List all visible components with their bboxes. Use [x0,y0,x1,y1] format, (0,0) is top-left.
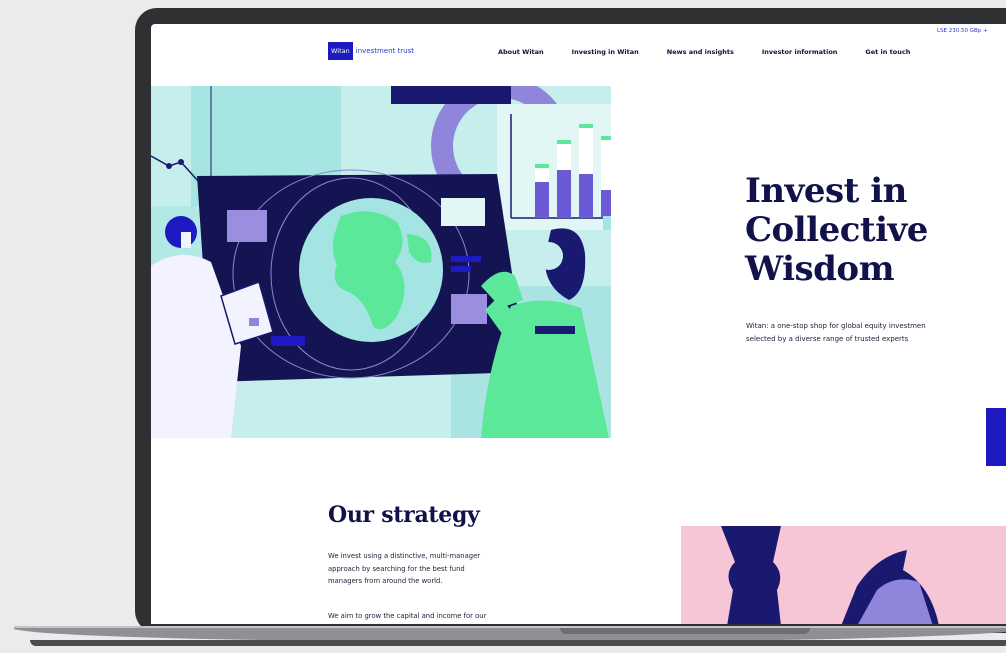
logo-mark: Witan [328,42,353,60]
strategy-heading: Our strategy [328,502,480,528]
share-price-ticker: LSE 230.50 GBp + [937,28,988,34]
bar-chart-card [497,104,611,230]
laptop-notch [560,628,810,634]
hero-heading: Invest in Collective Wisdom [745,172,928,289]
hero-subtitle-line: selected by a diverse range of trusted e… [746,335,909,343]
main-nav: About Witan Investing in Witan News and … [498,48,938,56]
logo-text: investment trust [355,47,414,55]
nav-news[interactable]: News and insights [667,48,734,56]
nav-investor-info[interactable]: Investor information [762,48,838,56]
hero-heading-line: Invest in [745,171,907,211]
nav-about[interactable]: About Witan [498,48,544,56]
globe-screen [197,169,527,382]
hero-heading-line: Wisdom [745,249,895,289]
hero-subtitle-line: Witan: a one-stop shop for global equity… [746,322,926,330]
strategy-paragraph-2: We aim to grow the capital and income fo… [328,612,487,620]
laptop-base-shadow [30,640,1006,646]
strategy-line: We invest using a distinctive, multi-man… [328,552,481,560]
strategy-illustration [681,526,1006,624]
hero-illustration [151,86,611,438]
hero-cta-button[interactable] [986,408,1006,466]
hero-heading-line: Collective [745,210,928,250]
nav-get-in-touch[interactable]: Get in touch [865,48,910,56]
nav-investing[interactable]: Investing in Witan [572,48,639,56]
strategy-paragraph-1: We invest using a distinctive, multi-man… [328,550,563,588]
site-logo[interactable]: Witan investment trust [328,42,414,60]
website-screen: LSE 230.50 GBp + Witan investment trust … [151,24,1006,624]
strategy-line: managers from around the world. [328,577,443,585]
hero-subtitle: Witan: a one-stop shop for global equity… [746,320,926,346]
strategy-line: approach by searching for the best fund [328,564,465,573]
